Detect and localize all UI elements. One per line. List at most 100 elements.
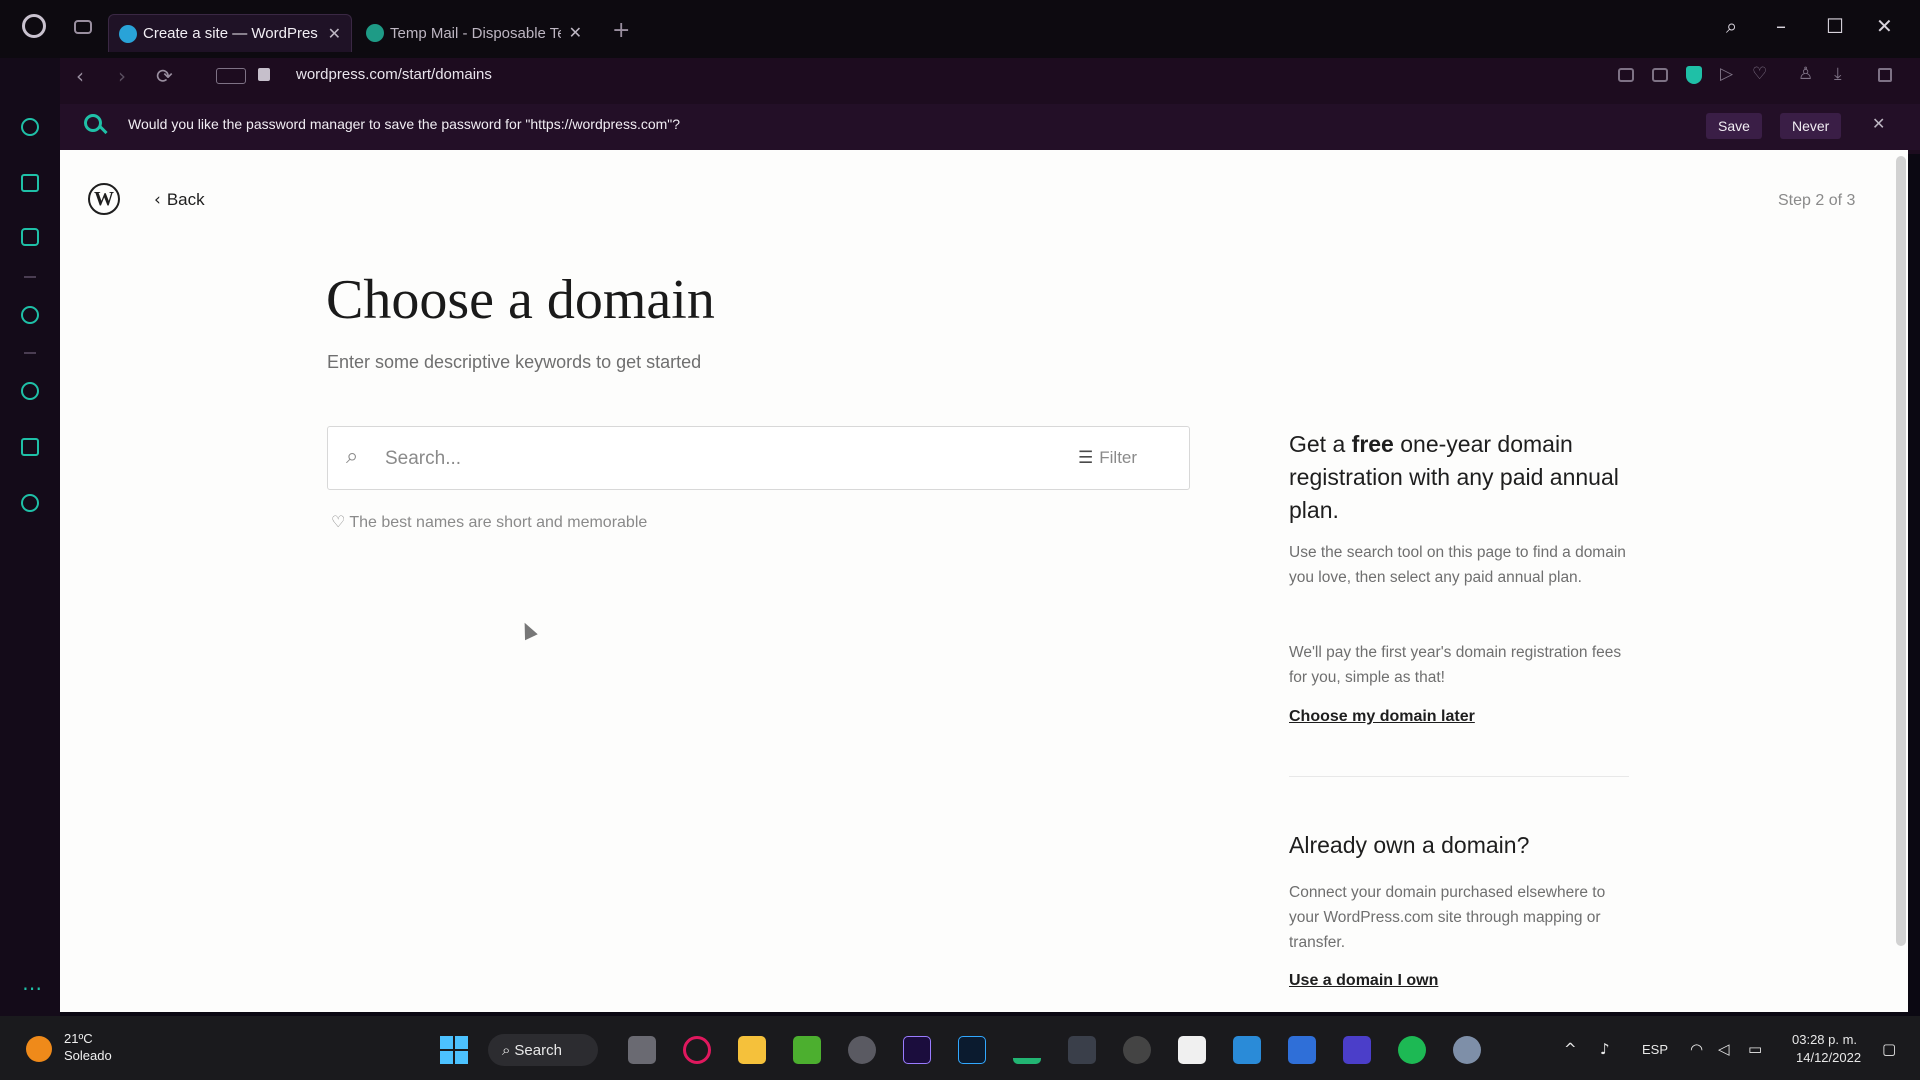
lightbulb-icon: ♡ xyxy=(331,512,346,531)
browser-sidebar xyxy=(0,58,60,1016)
extensions-icon[interactable] xyxy=(21,438,39,456)
taskbar-search-label: Search xyxy=(514,1042,562,1059)
more-options-icon[interactable]: ⋯ xyxy=(22,976,42,1000)
page-subtitle: Enter some descriptive keywords to get s… xyxy=(327,352,702,372)
camera-icon[interactable] xyxy=(1652,68,1668,82)
green-dots-icon[interactable] xyxy=(1013,1036,1041,1064)
password-prompt-text: Would you like the password manager to s… xyxy=(128,116,681,132)
profile-icon[interactable]: ♙ xyxy=(1798,64,1813,84)
windows-start-icon[interactable] xyxy=(440,1036,468,1064)
adblock-shield-icon[interactable] xyxy=(1686,66,1702,84)
premiere-icon[interactable] xyxy=(903,1036,931,1064)
step-indicator: Step 2 of 3 xyxy=(1778,192,1856,209)
tab-create-site[interactable]: Create a site — WordPres ✕ xyxy=(108,14,352,52)
taskbar-search[interactable]: ⌕ Search xyxy=(488,1034,598,1066)
maximize-button[interactable]: ☐ xyxy=(1826,14,1844,38)
bag-icon[interactable] xyxy=(21,174,39,192)
chevron-left-icon: ‹ xyxy=(154,190,161,210)
easy-setup-icon[interactable] xyxy=(1878,68,1892,82)
sidebar-separator xyxy=(24,352,36,354)
purple-app-icon[interactable] xyxy=(1343,1036,1371,1064)
aside-divider xyxy=(1289,776,1629,777)
task-view-icon[interactable] xyxy=(628,1036,656,1064)
search-tabs-icon[interactable]: ⌕ xyxy=(1726,14,1737,38)
url-field[interactable]: wordpress.com/start/domains xyxy=(296,66,492,83)
file-explorer-icon[interactable] xyxy=(738,1036,766,1064)
close-prompt-icon[interactable]: ✕ xyxy=(1872,114,1885,133)
settings-gear-icon[interactable] xyxy=(21,494,39,512)
own-domain-heading: Already own a domain? xyxy=(1289,832,1530,858)
tab-manager-icon[interactable] xyxy=(74,20,92,34)
hint-text: The best names are short and memorable xyxy=(349,514,648,531)
wifi-icon[interactable]: ◠ xyxy=(1690,1040,1703,1058)
filter-button[interactable]: ☰ Filter xyxy=(1078,448,1137,468)
clock-time[interactable]: 03:28 p. m. xyxy=(1792,1032,1857,1047)
snapshot-icon[interactable] xyxy=(1618,68,1634,82)
weather-desc: Soleado xyxy=(64,1048,112,1063)
vpn-badge[interactable] xyxy=(216,68,246,84)
key-icon xyxy=(84,114,102,132)
scrollbar[interactable] xyxy=(1896,156,1906,946)
forward-nav-icon[interactable]: › xyxy=(118,64,126,88)
close-tab-icon[interactable]: ✕ xyxy=(569,23,582,43)
settings-icon[interactable] xyxy=(1453,1036,1481,1064)
history-icon[interactable] xyxy=(21,382,39,400)
lock-icon[interactable] xyxy=(258,68,270,81)
search-placeholder: Search... xyxy=(385,448,462,469)
search-icon: ⌕ xyxy=(502,1041,511,1059)
speed-dial-icon[interactable] xyxy=(21,118,39,136)
store-icon[interactable] xyxy=(1288,1036,1316,1064)
language-indicator[interactable]: ESP xyxy=(1642,1042,1668,1057)
free-domain-para-2: We'll pay the first year's domain regist… xyxy=(1289,644,1622,686)
volume-icon[interactable]: ◁ xyxy=(1718,1040,1730,1058)
notifications-icon[interactable]: ▢ xyxy=(1882,1040,1896,1058)
close-tab-icon[interactable]: ✕ xyxy=(328,24,341,44)
use-own-domain-link[interactable]: Use a domain I own xyxy=(1289,972,1438,990)
save-password-button[interactable]: Save xyxy=(1706,113,1762,139)
color-app-icon[interactable] xyxy=(1068,1036,1096,1064)
choose-domain-later-link[interactable]: Choose my domain later xyxy=(1289,708,1475,726)
green-app-icon[interactable] xyxy=(793,1036,821,1064)
search-hint: ♡ The best names are short and memorable xyxy=(331,512,647,532)
cube-app-icon[interactable] xyxy=(848,1036,876,1064)
heart-icon[interactable]: ♡ xyxy=(1752,64,1767,84)
spotify-icon[interactable] xyxy=(1398,1036,1426,1064)
clock-date[interactable]: 14/12/2022 xyxy=(1796,1050,1861,1065)
messenger-icon[interactable] xyxy=(21,228,39,246)
player-icon[interactable]: ▷ xyxy=(1720,64,1733,84)
weather-sun-icon[interactable] xyxy=(26,1036,52,1062)
free-domain-heading: Get a free one-year domain registration … xyxy=(1289,428,1629,527)
chrome-like-icon[interactable] xyxy=(1123,1036,1151,1064)
capcut-icon[interactable] xyxy=(1178,1036,1206,1064)
opera-logo-icon[interactable] xyxy=(22,14,46,38)
close-window-button[interactable]: ✕ xyxy=(1876,14,1893,38)
minimize-button[interactable]: – xyxy=(1776,14,1786,38)
heading-pre: Get a xyxy=(1289,431,1352,457)
wordpress-favicon-icon xyxy=(119,24,137,43)
tray-chevron-icon[interactable]: ^ xyxy=(1564,1040,1577,1058)
new-tab-button[interactable]: + xyxy=(612,18,630,43)
own-domain-para: Connect your domain purchased elsewhere … xyxy=(1289,884,1606,951)
back-link[interactable]: ‹ Back xyxy=(154,190,205,210)
microphone-icon[interactable]: ♪ xyxy=(1600,1040,1610,1058)
filter-icon: ☰ xyxy=(1078,448,1094,468)
back-label: Back xyxy=(166,190,205,209)
player-sidebar-icon[interactable] xyxy=(21,306,39,324)
weather-temp: 21ºC xyxy=(64,1031,93,1046)
weather-widget[interactable]: 21ºC Soleado xyxy=(64,1030,112,1064)
tab-temp-mail[interactable]: Temp Mail - Disposable Te ✕ xyxy=(356,14,592,52)
never-save-button[interactable]: Never xyxy=(1780,113,1842,139)
reload-icon[interactable]: ⟳ xyxy=(156,64,173,88)
wordpress-logo-icon[interactable]: W xyxy=(88,183,120,215)
page-title: Choose a domain xyxy=(326,269,715,331)
download-icon[interactable]: ⤓ xyxy=(1834,64,1842,84)
battery-icon[interactable]: ▭ xyxy=(1748,1040,1762,1058)
tab-label: Create a site — WordPres xyxy=(143,25,318,42)
photoshop-icon[interactable] xyxy=(958,1036,986,1064)
back-nav-icon[interactable]: ‹ xyxy=(76,64,84,88)
opera-gx-icon[interactable] xyxy=(683,1036,711,1064)
mail-icon[interactable] xyxy=(1233,1036,1261,1064)
sidebar-separator xyxy=(24,276,36,278)
tab-label: Temp Mail - Disposable Te xyxy=(390,24,561,42)
heading-bold: free xyxy=(1351,431,1394,457)
